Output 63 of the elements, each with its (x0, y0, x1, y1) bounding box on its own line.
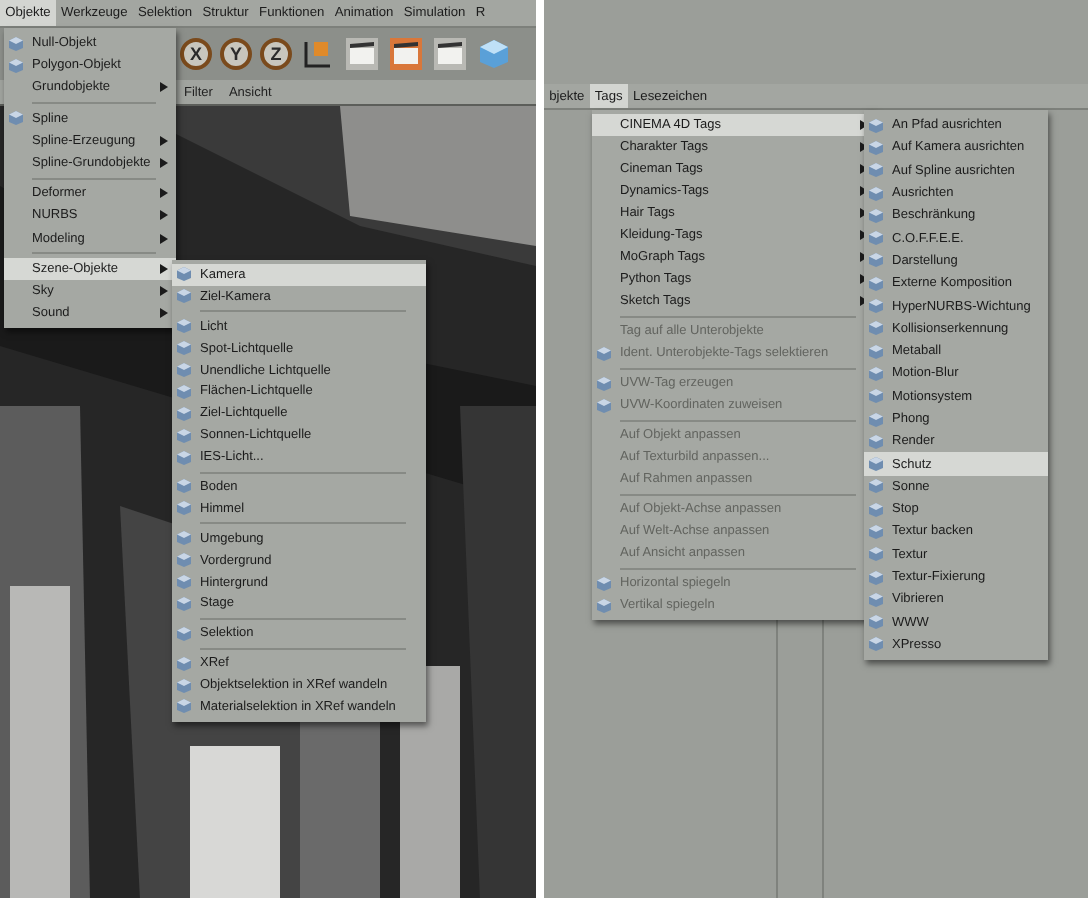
cube-icon (868, 162, 884, 179)
cube-icon (868, 207, 884, 224)
clapperboard-icon[interactable] (388, 36, 424, 72)
clapperboard-icon[interactable] (344, 36, 380, 72)
cube-icon (176, 698, 192, 715)
cube-icon (176, 595, 192, 612)
axis-button[interactable]: Z (260, 38, 292, 70)
cube-icon (596, 575, 612, 591)
cube-icon (868, 411, 884, 427)
cube-icon (596, 345, 612, 361)
cube-icon (176, 340, 192, 357)
cube-icon (176, 530, 192, 547)
cube-icon (868, 636, 884, 653)
cube-icon (176, 574, 192, 591)
cube-icon (176, 677, 192, 694)
cube-icon (868, 139, 884, 156)
cube-icon (868, 252, 884, 269)
axes-icon[interactable] (300, 36, 336, 72)
clapperboard-icon[interactable] (432, 36, 468, 72)
cube-icon (596, 597, 612, 613)
cube-icon (868, 433, 884, 450)
cube-icon (868, 501, 884, 518)
cube-icon (176, 449, 192, 466)
cube-icon (176, 266, 192, 283)
cube-icon (176, 500, 192, 517)
arrow-icon (160, 135, 168, 146)
cube-icon (596, 375, 612, 391)
cube-icon (868, 117, 884, 134)
axis-button[interactable]: X (180, 38, 212, 70)
arrow-icon (160, 82, 168, 93)
cube-icon (868, 456, 884, 473)
cube-icon (176, 478, 192, 495)
cube-icon (176, 427, 192, 444)
cube-icon (868, 365, 884, 382)
axis-button[interactable]: Y (220, 38, 252, 70)
cube-icon (868, 298, 884, 315)
cube-icon (176, 362, 192, 378)
cube-icon (868, 614, 884, 631)
cube-icon (176, 383, 192, 400)
cube-icon (868, 546, 884, 563)
arrow-icon (160, 233, 168, 244)
cube-icon (8, 110, 24, 127)
cube-icon (596, 397, 612, 413)
cube-icon (8, 35, 24, 52)
cube-icon (868, 478, 884, 495)
cube-icon (868, 388, 884, 405)
cube-icon (176, 318, 192, 335)
arrow-icon (160, 158, 168, 169)
cube-icon (176, 625, 192, 642)
cube-icon (868, 343, 884, 360)
cube-icon (868, 230, 884, 247)
cube-icon (176, 405, 192, 422)
cube-icon (176, 552, 192, 569)
cube-icon (868, 591, 884, 608)
cube-icon (8, 57, 24, 74)
cube-icon (868, 275, 884, 292)
cube-icon (868, 185, 884, 202)
cube-icon (176, 655, 192, 672)
cube-icon (868, 569, 884, 586)
cube-icon (868, 523, 884, 540)
cube-icon (176, 288, 192, 305)
cube-icon (868, 320, 884, 337)
arrow-icon (160, 308, 168, 319)
